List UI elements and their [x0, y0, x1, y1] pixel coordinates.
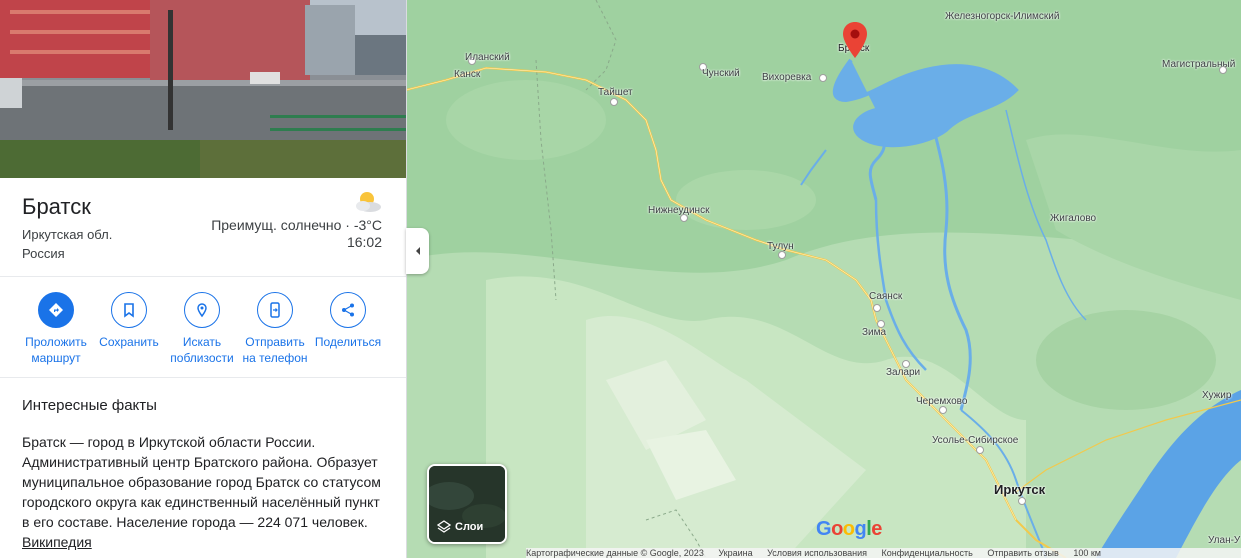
- city-label[interactable]: Жигалово: [1050, 213, 1096, 224]
- city-dot: [610, 98, 618, 106]
- divider: [0, 276, 406, 277]
- search-nearby-button[interactable]: Искать поблизости: [164, 292, 240, 366]
- city-label[interactable]: Усолье-Сибирское: [932, 435, 1018, 446]
- city-label[interactable]: Канск: [454, 69, 480, 80]
- city-dot: [819, 74, 827, 82]
- city-dot: [1219, 66, 1227, 74]
- share-icon: [330, 292, 366, 328]
- partly-sunny-icon: [350, 190, 384, 214]
- city-label[interactable]: Тайшет: [598, 87, 633, 98]
- city-dot: [1018, 497, 1026, 505]
- city-label[interactable]: Залари: [886, 367, 920, 378]
- city-label-major[interactable]: Иркутск: [994, 482, 1045, 497]
- map-terrain: [406, 0, 1241, 558]
- city-label[interactable]: Улан-У: [1208, 535, 1240, 546]
- save-button[interactable]: Сохранить: [91, 292, 167, 350]
- send-label-2: на телефон: [242, 351, 308, 365]
- map-attribution: Картографические данные © Google, 2023: [526, 548, 704, 558]
- city-dot: [902, 360, 910, 368]
- map-footer: Картографические данные © Google, 2023 У…: [526, 548, 1241, 558]
- place-photo[interactable]: [0, 0, 406, 178]
- place-region: Иркутская обл.: [22, 227, 113, 242]
- city-label[interactable]: Вихоревка: [762, 72, 811, 83]
- city-label[interactable]: Хужир: [1202, 390, 1231, 401]
- google-logo-letter: e: [871, 518, 882, 540]
- place-country: Россия: [22, 246, 65, 261]
- layers-button[interactable]: Слои: [427, 464, 507, 544]
- city-dot: [939, 406, 947, 414]
- facts-body: Братск — город в Иркутской области Росси…: [22, 434, 381, 530]
- layers-label: Слои: [455, 521, 484, 533]
- footer-link-privacy[interactable]: Конфиденциальность: [882, 548, 973, 558]
- city-label[interactable]: Саянск: [869, 291, 902, 302]
- city-label[interactable]: Иланский: [465, 52, 510, 63]
- city-label[interactable]: Железногорск-Илимский: [945, 11, 1059, 22]
- save-label: Сохранить: [99, 335, 159, 349]
- city-label[interactable]: Чунский: [702, 68, 740, 79]
- send-to-phone-icon: [257, 292, 293, 328]
- directions-label-2: маршрут: [31, 351, 81, 365]
- weather-time: 16:02: [346, 234, 382, 250]
- directions-label-1: Проложить: [25, 335, 87, 349]
- city-dot: [877, 320, 885, 328]
- nearby-icon: [184, 292, 220, 328]
- nearby-label-1: Искать: [182, 335, 222, 349]
- directions-button[interactable]: Проложить маршрут: [18, 292, 94, 366]
- weather-description: Преимущ. солнечно · -3°C: [211, 217, 382, 233]
- nearby-label-2: поблизости: [170, 351, 234, 365]
- google-logo-letter: g: [854, 518, 867, 540]
- footer-link-ukraine[interactable]: Украина: [718, 548, 752, 558]
- send-label-1: Отправить: [245, 335, 305, 349]
- city-label[interactable]: Нижнеудинск: [648, 205, 709, 216]
- share-button[interactable]: Поделиться: [310, 292, 386, 350]
- google-logo-letter: G: [816, 518, 832, 540]
- place-panel: Братск Иркутская обл. Россия Преимущ. со…: [0, 0, 407, 558]
- footer-link-feedback[interactable]: Отправить отзыв: [987, 548, 1058, 558]
- facts-text: Братск — город в Иркутской области Росси…: [22, 432, 384, 552]
- wikipedia-link[interactable]: Википедия: [22, 534, 92, 550]
- place-title: Братск: [22, 194, 91, 219]
- map-scale[interactable]: 100 км: [1073, 548, 1101, 558]
- divider: [0, 377, 406, 378]
- directions-icon: [38, 292, 74, 328]
- google-logo-letter: o: [842, 518, 855, 540]
- google-logo: Google: [816, 518, 882, 541]
- layers-icon: [437, 520, 451, 533]
- map-canvas[interactable]: Железногорск-Илимский Братск Иланский Ка…: [406, 0, 1241, 558]
- send-to-phone-button[interactable]: Отправить на телефон: [237, 292, 313, 366]
- city-dot: [778, 251, 786, 259]
- chevron-left-icon: [415, 247, 420, 255]
- collapse-panel-button[interactable]: [406, 228, 429, 274]
- footer-link-terms[interactable]: Условия использования: [767, 548, 867, 558]
- city-dot: [976, 446, 984, 454]
- bookmark-icon: [111, 292, 147, 328]
- google-logo-letter: o: [831, 518, 843, 540]
- facts-title: Интересные факты: [22, 397, 157, 414]
- google-logo-text: Google: [816, 518, 882, 540]
- city-dot: [680, 214, 688, 222]
- city-dot: [873, 304, 881, 312]
- share-label: Поделиться: [314, 335, 382, 349]
- location-pin-icon[interactable]: [843, 22, 867, 63]
- city-label[interactable]: Зима: [862, 327, 886, 338]
